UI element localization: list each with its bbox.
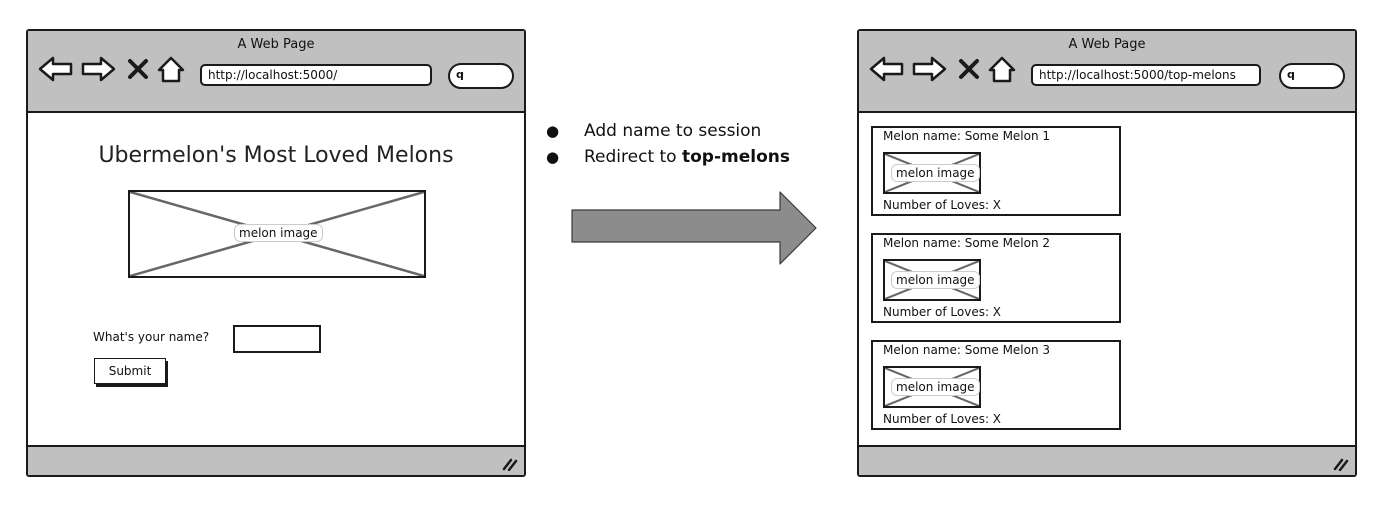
image-label: melon image [234, 224, 323, 242]
flow-step-route: top-melons [681, 147, 790, 167]
window-title: A Web Page [1068, 37, 1146, 52]
image-label: melon image [891, 378, 980, 396]
nav-buttons [38, 55, 198, 83]
image-label: melon image [891, 164, 980, 182]
flow-step: ● Add name to session [542, 118, 790, 144]
nav-buttons [869, 55, 1029, 83]
love-count: Number of Loves: X [883, 198, 1002, 212]
browser-window-top-melons: A Web Page http://localhost:5000/top-mel… [857, 29, 1357, 477]
melon-image: melon image [883, 259, 981, 301]
page-title: Ubermelon's Most Loved Melons [98, 143, 454, 168]
melon-card: Melon name: Some Melon 2 melon image Num… [871, 233, 1121, 323]
back-arrow-icon[interactable] [869, 55, 905, 83]
browser-window-home: A Web Page http://localhost:5000/ q Uber… [26, 29, 526, 477]
image-label: melon image [891, 271, 980, 289]
melon-name: Melon name: Some Melon 2 [883, 236, 1051, 250]
love-count: Number of Loves: X [883, 412, 1002, 426]
flow-step-prefix: Redirect to [584, 147, 682, 167]
back-arrow-icon[interactable] [38, 55, 74, 83]
bullet-icon: ● [546, 122, 560, 140]
flow-steps: ● Add name to session ● Redirect to top-… [542, 118, 790, 170]
resize-grip-icon[interactable] [502, 457, 518, 471]
home-icon[interactable] [987, 55, 1017, 83]
resize-grip-icon[interactable] [1333, 457, 1349, 471]
submit-button[interactable]: Submit [94, 358, 166, 384]
stop-icon[interactable] [126, 55, 150, 83]
browser-chrome: A Web Page http://localhost:5000/ q [28, 31, 524, 113]
melon-name: Melon name: Some Melon 3 [883, 343, 1051, 357]
flow-step: ● Redirect to top-melons [542, 144, 790, 170]
bullet-icon: ● [546, 148, 560, 166]
melon-name: Melon name: Some Melon 1 [883, 129, 1051, 143]
love-count: Number of Loves: X [883, 305, 1002, 319]
name-input[interactable] [233, 325, 321, 353]
melon-card: Melon name: Some Melon 3 melon image Num… [871, 340, 1121, 430]
search-icon: q [456, 68, 464, 81]
search-box[interactable]: q [448, 63, 514, 89]
browser-chrome: A Web Page http://localhost:5000/top-mel… [859, 31, 1355, 113]
flow-step-text: Add name to session [584, 121, 762, 141]
flow-arrow [571, 191, 817, 265]
search-icon: q [1287, 68, 1295, 81]
address-bar[interactable]: http://localhost:5000/ [200, 64, 432, 86]
stop-icon[interactable] [957, 55, 981, 83]
forward-arrow-icon[interactable] [911, 55, 947, 83]
melon-image: melon image [883, 366, 981, 408]
status-bar [28, 445, 524, 475]
forward-arrow-icon[interactable] [80, 55, 116, 83]
home-icon[interactable] [156, 55, 186, 83]
melon-image: melon image [883, 152, 981, 194]
melon-card: Melon name: Some Melon 1 melon image Num… [871, 126, 1121, 216]
name-label: What's your name? [93, 330, 210, 344]
address-bar[interactable]: http://localhost:5000/top-melons [1031, 64, 1261, 86]
search-box[interactable]: q [1279, 63, 1345, 89]
melon-image: melon image [128, 190, 426, 278]
status-bar [859, 445, 1355, 475]
window-title: A Web Page [237, 37, 315, 52]
